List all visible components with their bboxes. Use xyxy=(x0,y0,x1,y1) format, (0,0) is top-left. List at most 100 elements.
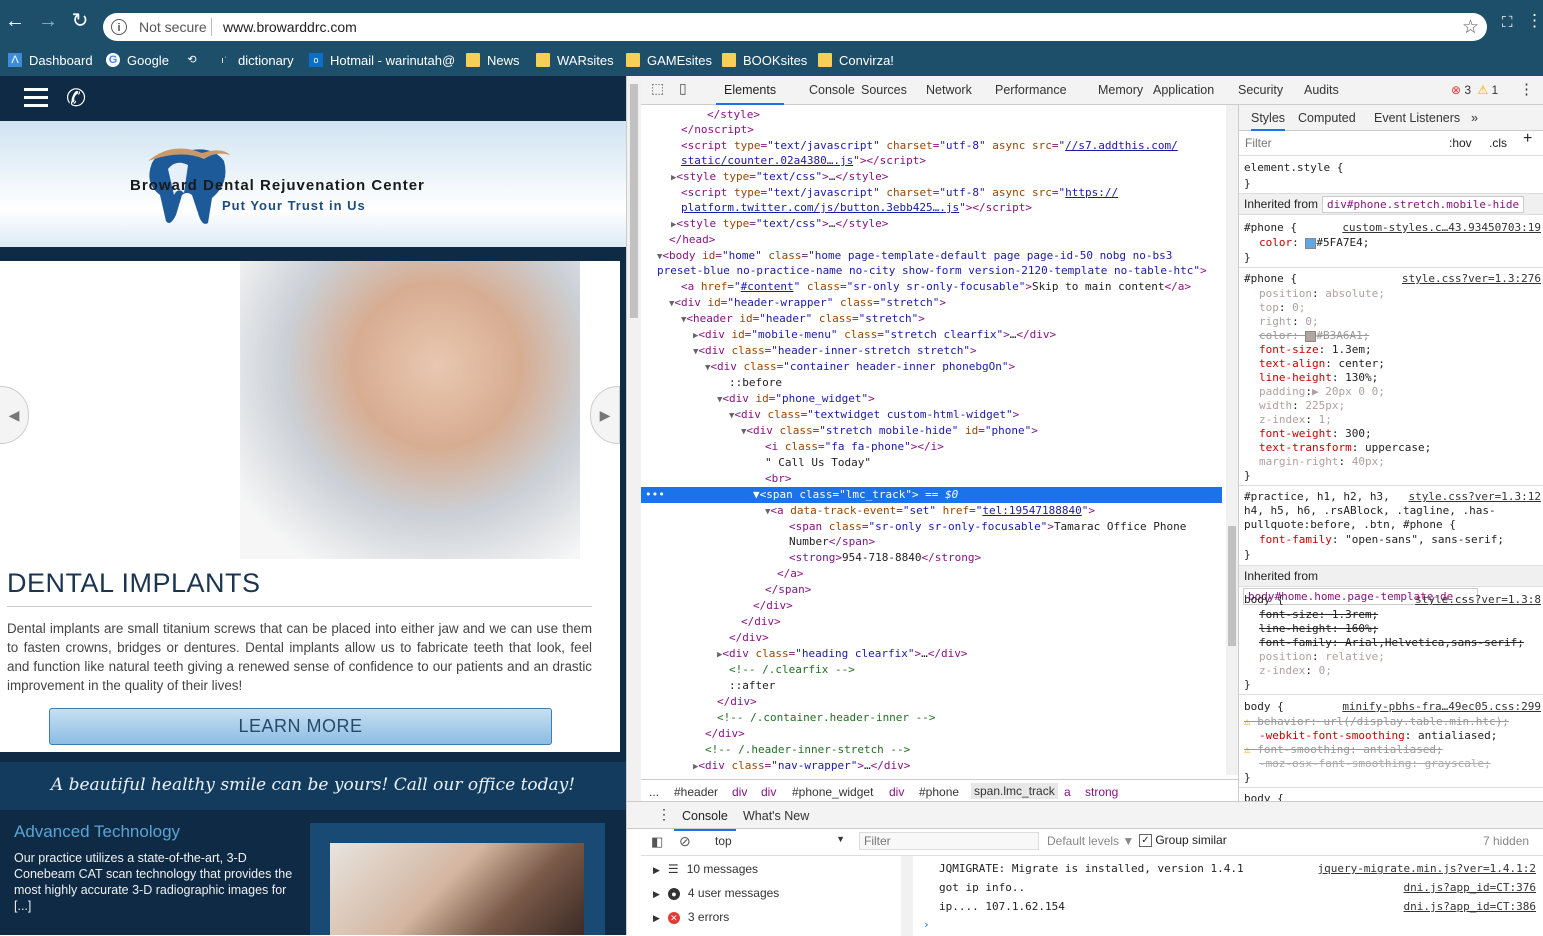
phone-icon[interactable]: ✆ xyxy=(66,84,86,113)
css-property[interactable]: font-size: 1.3em; xyxy=(1259,343,1372,357)
context-select[interactable]: top ▼ xyxy=(715,834,845,848)
group-similar-checkbox[interactable]: ✓ Group similar xyxy=(1139,833,1227,848)
dom-node[interactable]: <i class="fa fa-phone"></i> xyxy=(765,439,944,455)
bookmark-dictionary[interactable]: ıˈ dictionary xyxy=(217,51,293,69)
bookmark-booksites[interactable]: BOOKsites xyxy=(722,51,807,69)
console-filter-input[interactable] xyxy=(859,832,1039,850)
console-source-link[interactable]: jquery-migrate.min.js?ver=1.4.1:2 xyxy=(1317,862,1536,875)
breadcrumb-item[interactable]: ... xyxy=(649,785,659,799)
css-property[interactable]: width: 225px; xyxy=(1259,399,1345,413)
device-toggle-icon[interactable]: ▯ xyxy=(679,80,687,97)
tab-application[interactable]: Application xyxy=(1153,83,1214,97)
dom-node[interactable]: Number</span> xyxy=(789,534,875,550)
slider-next-icon[interactable]: ▶ xyxy=(590,386,620,444)
dom-node[interactable]: " Call Us Today" xyxy=(765,455,871,471)
dom-node[interactable]: </noscript> xyxy=(681,122,754,138)
css-source-link[interactable]: style.css?ver=1.3:12 xyxy=(1409,490,1541,504)
dom-node[interactable]: ▶<div class="heading clearfix">…</div> xyxy=(717,646,968,663)
slider-prev-icon[interactable]: ◀ xyxy=(0,386,29,444)
dom-node[interactable]: ▼<div class="textwidget custom-html-widg… xyxy=(729,407,1019,424)
css-source-link[interactable]: style.css?ver=1.3:8 xyxy=(1415,593,1541,607)
forward-icon[interactable]: → xyxy=(37,10,59,32)
sidebar-item-user-messages[interactable]: ▶ ● 4 user messages xyxy=(653,886,779,900)
tab-event-listeners[interactable]: Event Listeners xyxy=(1374,111,1460,125)
dom-node[interactable]: <br> xyxy=(765,471,792,487)
breadcrumb-item[interactable]: div xyxy=(761,785,776,799)
dom-node[interactable]: <script type="text/javascript" charset="… xyxy=(681,185,1118,201)
sidebar-toggle-icon[interactable]: ◧ xyxy=(651,834,663,850)
dom-node[interactable]: ▼<div id="phone_widget"> xyxy=(717,391,875,408)
menu-icon[interactable]: ⋮ xyxy=(1526,11,1543,31)
class-toggle[interactable]: .cls xyxy=(1489,136,1507,150)
breadcrumb-item[interactable]: a xyxy=(1064,785,1071,799)
feature-title[interactable]: Advanced Technology xyxy=(14,822,180,842)
dom-node[interactable]: <a href="#content" class="sr-only sr-onl… xyxy=(681,279,1191,295)
dom-node[interactable]: <script type="text/javascript" charset="… xyxy=(681,138,1178,154)
css-source-link[interactable]: style.css?ver=1.3:276 xyxy=(1402,272,1541,286)
issue-counter[interactable]: ⊗ 3 ⚠ 1 xyxy=(1451,83,1498,97)
console-prompt-icon[interactable]: › xyxy=(923,918,930,931)
styles-filter-input[interactable] xyxy=(1243,135,1437,151)
dom-node[interactable]: <!-- /.clearfix --> xyxy=(729,662,855,678)
tab-elements[interactable]: Elements xyxy=(715,83,785,105)
dom-node[interactable]: ▼<div class="stretch mobile-hide" id="ph… xyxy=(741,423,1038,440)
bookmark-convirza[interactable]: Convirza! xyxy=(818,51,894,69)
bookmark-dashboard[interactable]: Λ Dashboard xyxy=(8,51,93,69)
log-levels-select[interactable]: Default levels ▼ xyxy=(1047,834,1134,848)
css-property[interactable]: font-family: "open-sans", sans-serif; xyxy=(1259,533,1504,547)
css-property-overridden[interactable]: font-size: 1.3rem; xyxy=(1259,608,1378,622)
bookmark-gamesites[interactable]: GAMEsites xyxy=(626,51,712,69)
css-property[interactable]: line-height: 130%; xyxy=(1259,371,1378,385)
css-property[interactable]: margin-right: 40px; xyxy=(1259,455,1385,469)
css-property-overridden[interactable]: font-family: Arial,Helvetica,sans-serif; xyxy=(1259,636,1524,650)
dom-node[interactable]: </div> xyxy=(741,614,781,630)
dom-node[interactable]: </div> xyxy=(717,694,757,710)
tab-console[interactable]: Console xyxy=(809,83,855,97)
console-sidebar-scrollbar[interactable] xyxy=(901,856,913,936)
css-property[interactable]: color: #5FA7E4; xyxy=(1259,236,1369,250)
tab-computed[interactable]: Computed xyxy=(1298,111,1356,125)
dom-node[interactable]: </style> xyxy=(707,107,760,123)
info-icon[interactable]: i xyxy=(111,19,127,35)
css-source-link[interactable]: minify-pbhs-fra…49ec05.css:299 xyxy=(1342,700,1541,714)
bookmark-google[interactable]: G Google xyxy=(106,51,169,69)
dom-node[interactable]: <!-- /.container.header-inner --> xyxy=(717,710,936,726)
css-property[interactable]: text-align: center; xyxy=(1259,357,1385,371)
dom-node[interactable]: platform.twitter.com/js/button.3ebb425….… xyxy=(681,200,1032,216)
css-property-overridden[interactable]: line-height: 160%; xyxy=(1259,622,1378,636)
inspect-icon[interactable]: ⬚ xyxy=(651,80,664,97)
tab-audits[interactable]: Audits xyxy=(1304,83,1339,97)
dom-node[interactable]: </span> xyxy=(765,582,811,598)
address-bar[interactable]: i Not secure www.browarddrc.com ☆ xyxy=(103,13,1487,41)
css-property[interactable]: position: relative; xyxy=(1259,650,1385,664)
page-scrollbar[interactable] xyxy=(627,76,641,801)
bookmark-star-icon[interactable]: ☆ xyxy=(1462,16,1479,39)
console-source-link[interactable]: dni.js?app_id=CT:386 xyxy=(1404,900,1536,913)
breadcrumb-item[interactable]: strong xyxy=(1085,785,1118,799)
drawer-tab-whats-new[interactable]: What's New xyxy=(743,809,809,823)
tab-sources[interactable]: Sources xyxy=(861,83,907,97)
tab-memory[interactable]: Memory xyxy=(1098,83,1143,97)
dom-node[interactable]: </div> xyxy=(753,598,793,614)
dom-node[interactable]: preset-blue no-practice-name no-city sho… xyxy=(657,263,1207,279)
dom-node[interactable]: </head> xyxy=(669,232,715,248)
hamburger-menu-icon[interactable] xyxy=(24,88,48,108)
more-tabs-icon[interactable]: » xyxy=(1471,111,1478,125)
css-source-link[interactable]: custom-styles.c…43.93450703:19 xyxy=(1342,221,1541,235)
dom-node[interactable]: ▼<a data-track-event="set" href="tel:195… xyxy=(765,503,1095,520)
selected-dom-node[interactable]: ••• ▼<span class="lmc_track"> == $0 xyxy=(641,487,1222,503)
reload-icon[interactable]: ↻ xyxy=(69,10,91,32)
css-property-overridden[interactable]: ⚠ font-smoothing: antialiased; xyxy=(1244,743,1443,757)
dom-node[interactable]: ::after xyxy=(729,678,775,694)
dom-node[interactable]: <span class="sr-only sr-only-focusable">… xyxy=(789,519,1186,535)
css-property[interactable]: font-weight: 300; xyxy=(1259,427,1372,441)
breadcrumb-item-selected[interactable]: span.lmc_track xyxy=(971,783,1058,799)
add-rule-icon[interactable]: + xyxy=(1523,131,1532,147)
url-text[interactable]: www.browarddrc.com xyxy=(223,19,357,35)
console-source-link[interactable]: dni.js?app_id=CT:376 xyxy=(1404,881,1536,894)
css-property[interactable]: text-transform: uppercase; xyxy=(1259,441,1431,455)
dom-node[interactable]: </a> xyxy=(777,566,804,582)
css-property-overridden[interactable]: -moz-osx-font-smoothing: grayscale; xyxy=(1259,757,1491,771)
css-property[interactable]: padding:▶ 20px 0 0; xyxy=(1259,385,1385,399)
inherited-element[interactable]: div#phone.stretch.mobile-hide xyxy=(1322,196,1525,213)
